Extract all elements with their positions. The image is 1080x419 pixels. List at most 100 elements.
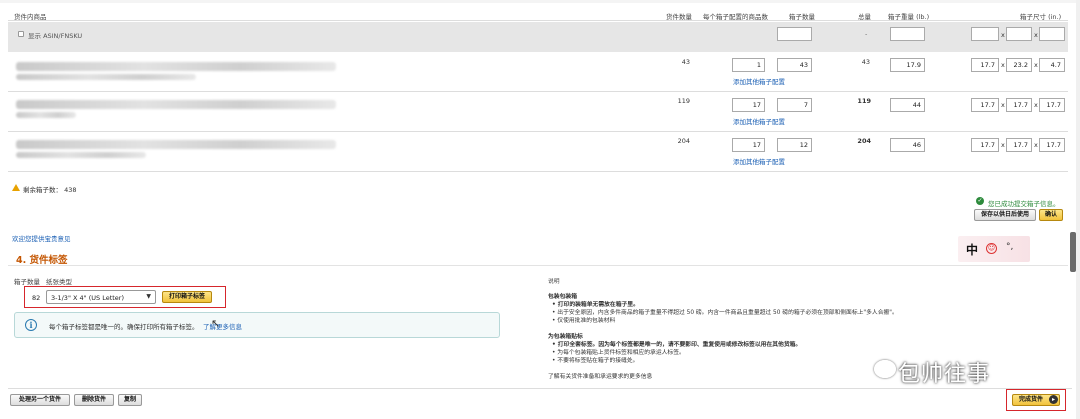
- product-name-blurred: [16, 100, 336, 109]
- table-row: 204 17 12 添加其他箱子配置 204 46 17.7 x 17.7 x …: [8, 132, 1068, 172]
- scrollbar-thumb[interactable]: [1070, 232, 1076, 272]
- height-input[interactable]: 4.7: [1039, 58, 1065, 72]
- row-total: 204: [857, 137, 871, 145]
- page: 货件内商品 货件数量 每个箱子配置的商品数 箱子数量 总量 箱子重量 (lb.)…: [0, 0, 1080, 419]
- pack-item: 仅使用批准的包装材料: [552, 315, 615, 324]
- box-count-value: 82: [32, 294, 41, 302]
- dim-sep: x: [1034, 61, 1038, 69]
- paper-type-value: 3-1/3" X 4" (US Letter): [51, 294, 125, 302]
- boxes-input[interactable]: 7: [777, 98, 812, 112]
- width-input[interactable]: 23.2: [1006, 58, 1032, 72]
- info-learn-more-link[interactable]: 了解更多信息: [203, 321, 242, 331]
- dim-width-bulk-input[interactable]: [1006, 27, 1032, 41]
- boxes-bulk-input[interactable]: [777, 27, 812, 41]
- emoji-icon[interactable]: ☺: [986, 243, 997, 254]
- watermark-text: 包帅往事: [898, 362, 991, 387]
- success-message: 您已成功提交箱子信息。: [988, 200, 1060, 208]
- product-name-blurred: [16, 140, 336, 149]
- show-asin-label: 显示 ASIN/FNSKU: [28, 32, 83, 40]
- header-box-dims: 箱子尺寸 (in.): [1020, 13, 1062, 21]
- add-config-link[interactable]: 添加其他箱子配置: [733, 76, 785, 86]
- handle-another-shipment-button[interactable]: 处理另一个货件: [10, 394, 70, 406]
- row-units: 43: [681, 58, 690, 66]
- row-units: 119: [677, 97, 690, 105]
- height-input[interactable]: 17.7: [1039, 98, 1065, 112]
- boxes-input[interactable]: 12: [777, 138, 812, 152]
- section-divider: [8, 265, 1068, 266]
- asin-toggle-row: 显示 ASIN/FNSKU - x x: [8, 22, 1068, 52]
- add-config-link[interactable]: 添加其他箱子配置: [733, 156, 785, 166]
- more-requirements-link[interactable]: 了解有关货件准备和承运要求的更多信息: [548, 371, 652, 380]
- dim-height-bulk-input[interactable]: [1039, 27, 1065, 41]
- mouse-cursor-icon: ↖: [211, 317, 221, 330]
- add-config-link[interactable]: 添加其他箱子配置: [733, 116, 785, 126]
- asin-total: -: [865, 30, 868, 38]
- product-name-blurred: [16, 62, 336, 71]
- product-sku-blurred: [16, 112, 76, 118]
- show-asin-checkbox[interactable]: [18, 31, 24, 37]
- dim-sep: x: [1034, 141, 1038, 149]
- header-boxes: 箱子数量: [789, 13, 815, 21]
- row-units: 204: [677, 137, 690, 145]
- paper-type-select[interactable]: 3-1/3" X 4" (US Letter) ▼: [46, 290, 156, 304]
- info-box: i 每个箱子标签都是唯一的。确保打印所有箱子标签。 了解更多信息 ↖: [14, 312, 500, 338]
- warning-icon: [12, 184, 20, 191]
- page-scrollbar-track[interactable]: [1076, 0, 1080, 419]
- product-sku-blurred: [16, 152, 146, 158]
- dim-sep: x: [1001, 141, 1005, 149]
- dim-sep: x: [1001, 101, 1005, 109]
- boxes-input[interactable]: 43: [777, 58, 812, 72]
- ime-lang[interactable]: 中: [966, 241, 978, 258]
- width-input[interactable]: 17.7: [1006, 138, 1032, 152]
- top-strip: [0, 0, 1080, 3]
- weight-input[interactable]: 44: [890, 98, 925, 112]
- check-icon: ✓: [976, 197, 984, 205]
- ime-toolbar[interactable]: 中 ☺ °,: [958, 236, 1030, 262]
- col-paper-type: 纸张类型: [46, 278, 72, 286]
- col-box-count: 箱子数量: [14, 278, 40, 286]
- dim-length-bulk-input[interactable]: [971, 27, 999, 41]
- row-total: 43: [861, 58, 870, 66]
- instructions-heading: 说明: [548, 279, 560, 285]
- copy-button[interactable]: 复制: [118, 394, 142, 406]
- remaining-boxes: 剩余箱子数： 438: [23, 186, 77, 194]
- confirm-button[interactable]: 确认: [1039, 209, 1063, 221]
- weight-input[interactable]: 46: [890, 138, 925, 152]
- punctuation-icon[interactable]: °,: [1006, 242, 1013, 252]
- wechat-watermark-icon: [874, 360, 896, 378]
- header-content: 货件内商品: [14, 13, 47, 21]
- row-total: 119: [857, 97, 871, 105]
- height-input[interactable]: 17.7: [1039, 138, 1065, 152]
- width-input[interactable]: 17.7: [1006, 98, 1032, 112]
- length-input[interactable]: 17.7: [971, 58, 999, 72]
- complete-shipment-label: 完成货件: [1018, 396, 1043, 403]
- arrow-right-icon: ▸: [1049, 395, 1058, 404]
- header-units-per-box: 每个箱子配置的商品数: [703, 13, 768, 21]
- info-text: 每个箱子标签都是唯一的。确保打印所有箱子标签。: [49, 323, 199, 331]
- product-sku-blurred: [16, 74, 196, 80]
- dim-sep: x: [1034, 101, 1038, 109]
- print-box-labels-button[interactable]: 打印箱子标签: [162, 291, 212, 303]
- label-item: 不要将标签贴在箱子的接缝处。: [552, 355, 638, 364]
- units-per-box-input[interactable]: 17: [732, 138, 765, 152]
- dim-sep: x: [1001, 61, 1005, 69]
- header-units: 货件数量: [666, 13, 692, 21]
- header-box-weight: 箱子重量 (lb.): [888, 13, 930, 21]
- feedback-link[interactable]: 欢迎您提供宝贵意见: [12, 233, 71, 243]
- footer-divider: [8, 388, 1072, 389]
- table-row: 43 1 43 添加其他箱子配置 43 17.9 17.7 x 23.2 x 4…: [8, 52, 1068, 92]
- units-per-box-input[interactable]: 17: [732, 98, 765, 112]
- units-per-box-input[interactable]: 1: [732, 58, 765, 72]
- table-row: 119 17 7 添加其他箱子配置 119 44 17.7 x 17.7 x 1…: [8, 92, 1068, 132]
- weight-input[interactable]: 17.9: [890, 58, 925, 72]
- save-later-button[interactable]: 保存以供日后使用: [974, 209, 1036, 221]
- dim-sep: x: [1034, 31, 1038, 39]
- length-input[interactable]: 17.7: [971, 138, 999, 152]
- weight-bulk-input[interactable]: [890, 27, 925, 41]
- length-input[interactable]: 17.7: [971, 98, 999, 112]
- header-total: 总量: [858, 13, 871, 21]
- dim-sep: x: [1001, 31, 1005, 39]
- info-icon: i: [25, 319, 37, 331]
- delete-shipment-button[interactable]: 删除货件: [74, 394, 114, 406]
- section-title: 4. 货件标签: [16, 255, 68, 266]
